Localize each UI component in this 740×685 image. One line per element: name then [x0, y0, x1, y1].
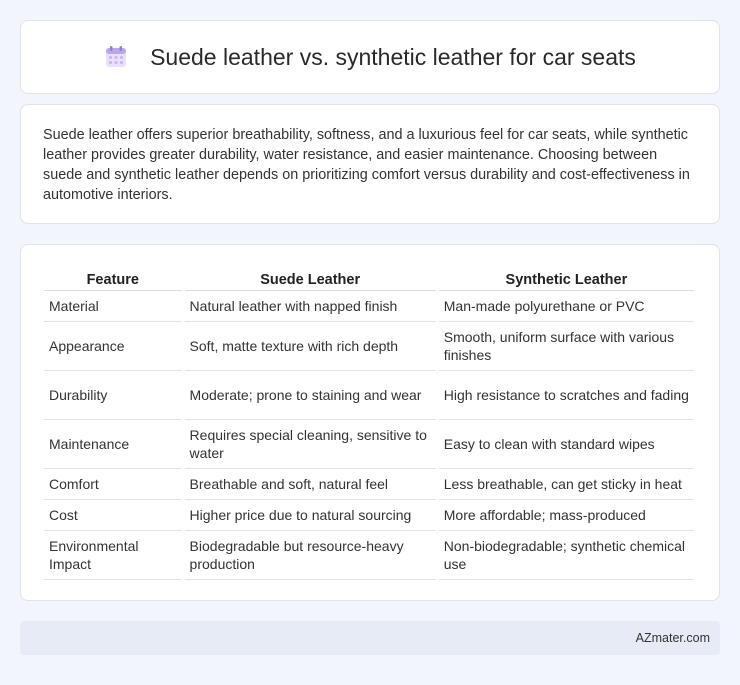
table-cell: Non-biodegradable; synthetic chemical us… — [438, 531, 694, 580]
table-header-row: Feature Suede Leather Synthetic Leather — [44, 265, 694, 291]
table-cell: Comfort — [44, 469, 182, 500]
table-row: Comfort Breathable and soft, natural fee… — [44, 469, 694, 500]
table-cell: Material — [44, 291, 182, 322]
table-row: Maintenance Requires special cleaning, s… — [44, 420, 694, 469]
table-cell: High resistance to scratches and fading — [438, 371, 694, 420]
table-cell: Soft, matte texture with rich depth — [184, 322, 436, 371]
table-cell: Less breathable, can get sticky in heat — [438, 469, 694, 500]
table-row: Durability Moderate; prone to staining a… — [44, 371, 694, 420]
table-cell: Natural leather with napped finish — [184, 291, 436, 322]
table-cell: Cost — [44, 500, 182, 531]
table-cell: Durability — [44, 371, 182, 420]
footer: AZmater.com — [20, 621, 720, 655]
table-cell: Man-made polyurethane or PVC — [438, 291, 694, 322]
table-cell: More affordable; mass-produced — [438, 500, 694, 531]
footer-brand: AZmater.com — [635, 631, 710, 645]
summary-card: Suede leather offers superior breathabil… — [20, 104, 720, 224]
table-cell: Smooth, uniform surface with various fin… — [438, 322, 694, 371]
calendar-icon — [106, 46, 127, 67]
summary-text: Suede leather offers superior breathabil… — [43, 127, 690, 203]
title-card: Suede leather vs. synthetic leather for … — [20, 20, 720, 94]
column-header: Feature — [44, 265, 182, 291]
table-cell: Biodegradable but resource-heavy product… — [184, 531, 436, 580]
table-cell: Moderate; prone to staining and wear — [184, 371, 436, 420]
comparison-table: Feature Suede Leather Synthetic Leather … — [41, 265, 697, 580]
table-cell: Maintenance — [44, 420, 182, 469]
table-row: Appearance Soft, matte texture with rich… — [44, 322, 694, 371]
comparison-card: Feature Suede Leather Synthetic Leather … — [20, 244, 720, 601]
table-row: Cost Higher price due to natural sourcin… — [44, 500, 694, 531]
table-row: Material Natural leather with napped fin… — [44, 291, 694, 322]
table-cell: Requires special cleaning, sensitive to … — [184, 420, 436, 469]
column-header: Synthetic Leather — [438, 265, 694, 291]
table-row: Environmental Impact Biodegradable but r… — [44, 531, 694, 580]
table-cell: Easy to clean with standard wipes — [438, 420, 694, 469]
table-cell: Higher price due to natural sourcing — [184, 500, 436, 531]
table-cell: Environmental Impact — [44, 531, 182, 580]
column-header: Suede Leather — [184, 265, 436, 291]
table-cell: Breathable and soft, natural feel — [184, 469, 436, 500]
page-title: Suede leather vs. synthetic leather for … — [150, 43, 636, 70]
table-cell: Appearance — [44, 322, 182, 371]
